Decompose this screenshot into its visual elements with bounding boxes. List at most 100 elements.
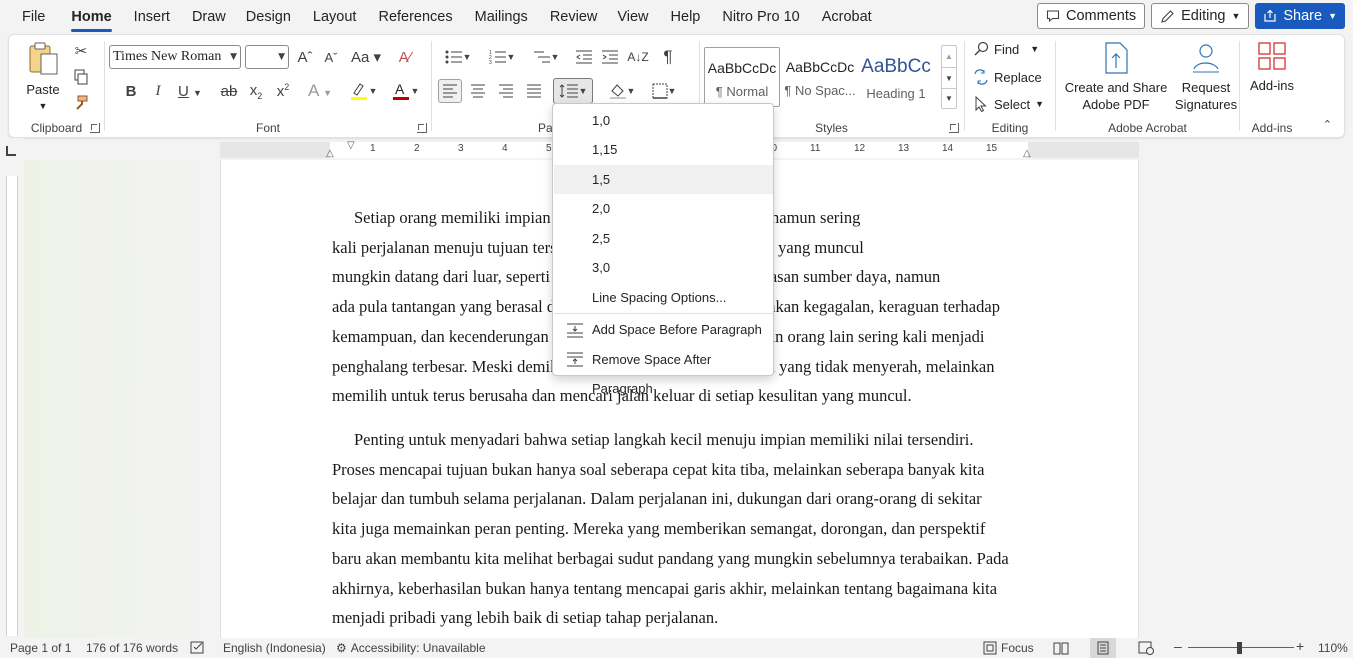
styles-scroll-up[interactable]: ▲ (942, 46, 956, 67)
right-indent-marker[interactable]: △ (1023, 148, 1031, 159)
clear-formatting-button[interactable]: A⁄ (393, 45, 417, 69)
align-right-button[interactable] (494, 79, 518, 103)
align-center-button[interactable] (466, 79, 490, 103)
strikethrough-button[interactable]: ab (217, 79, 241, 103)
font-size-select[interactable]: ▼ (245, 45, 289, 69)
bold-button[interactable]: B (119, 79, 143, 103)
change-case-button[interactable]: Aa ▾ (349, 45, 383, 69)
language-status[interactable]: English (Indonesia) (223, 641, 326, 655)
font-name-select[interactable]: Times New Roman ▼ (109, 45, 241, 69)
hanging-indent-marker[interactable]: △ (326, 148, 334, 159)
chevron-down-icon: ▼ (38, 101, 48, 111)
subscript-button[interactable]: x2 (244, 79, 268, 103)
styles-more[interactable]: ▼ (942, 88, 956, 108)
justify-button[interactable] (522, 79, 546, 103)
numbering-button[interactable]: 123 ▼ (484, 45, 520, 69)
proofing-icon[interactable] (190, 641, 206, 658)
accessibility-icon: ⚙ (336, 641, 347, 655)
multilevel-list-button[interactable]: ▼ (528, 45, 564, 69)
replace-button[interactable]: Replace (973, 69, 1042, 85)
bullets-button[interactable]: ▼ (440, 45, 476, 69)
font-launcher[interactable] (417, 123, 427, 133)
text-line: menjadi pribadi yang lebih baik di setia… (332, 608, 719, 628)
collapse-ribbon-button[interactable]: ⌃ (1323, 118, 1332, 131)
align-left-button[interactable] (438, 79, 462, 103)
line-spacing-option-1-0[interactable]: 1,0 (554, 106, 773, 135)
tab-home[interactable]: Home (71, 0, 112, 34)
styles-launcher[interactable] (949, 123, 959, 133)
share-button[interactable]: Share ▼ (1255, 3, 1345, 29)
zoom-in-button[interactable]: + (1296, 638, 1304, 654)
show-formatting-button[interactable]: ¶ (656, 45, 680, 69)
grow-font-button[interactable]: Aˆ (293, 45, 317, 69)
tab-acrobat[interactable]: Acrobat (822, 0, 872, 34)
web-layout-button[interactable] (1138, 641, 1154, 658)
ruler-number: 12 (854, 143, 866, 154)
find-label: Find (994, 41, 1020, 57)
accessibility-status[interactable]: ⚙ Accessibility: Unavailable (336, 641, 486, 655)
line-spacing-option-2-0[interactable]: 2,0 (554, 194, 773, 223)
line-spacing-option-1-5[interactable]: 1,5 (554, 165, 773, 194)
tab-view[interactable]: View (617, 0, 648, 34)
justify-icon (527, 84, 541, 98)
line-spacing-option-2-5[interactable]: 2,5 (554, 224, 773, 253)
find-button[interactable]: Find ▼ (973, 41, 1039, 57)
underline-button[interactable]: U ▼ (173, 79, 207, 103)
tab-insert[interactable]: Insert (134, 0, 170, 34)
addins-button[interactable]: Add-ins (1242, 41, 1302, 94)
line-spacing-option-3-0[interactable]: 3,0 (554, 253, 773, 282)
font-color-button[interactable]: A ▼ (387, 79, 423, 103)
chevron-up-icon: ⌃ (1322, 119, 1332, 131)
text-effects-button[interactable]: A ▼ (303, 79, 337, 103)
styles-scroll-down[interactable]: ▼ (942, 67, 956, 88)
clipboard-launcher[interactable] (90, 123, 100, 133)
read-mode-button[interactable] (1053, 641, 1069, 658)
comments-button[interactable]: Comments (1037, 3, 1146, 29)
cut-button[interactable]: ✂ (69, 39, 93, 63)
tab-review[interactable]: Review (550, 0, 598, 34)
line-spacing-options-item[interactable]: Line Spacing Options... (554, 283, 773, 312)
borders-button[interactable]: ▼ (646, 79, 682, 103)
zoom-slider-thumb[interactable] (1237, 642, 1242, 654)
print-layout-button[interactable] (1090, 638, 1116, 658)
tab-layout[interactable]: Layout (313, 0, 357, 34)
tab-file[interactable]: File (22, 0, 45, 34)
zoom-out-button[interactable]: – (1174, 638, 1182, 654)
superscript-button[interactable]: x2 (271, 79, 295, 103)
line-spacing-button[interactable]: ▼ (553, 78, 593, 104)
sort-button[interactable]: A↓Z (626, 45, 650, 69)
zoom-level[interactable]: 110% (1318, 641, 1348, 655)
scissors-icon: ✂ (74, 43, 88, 60)
tab-help[interactable]: Help (671, 0, 701, 34)
font-name-value: Times New Roman (113, 49, 222, 64)
tab-nitro[interactable]: Nitro Pro 10 (722, 0, 799, 34)
word-count[interactable]: 176 of 176 words (86, 641, 178, 655)
tab-mailings[interactable]: Mailings (475, 0, 528, 34)
format-painter-button[interactable] (69, 91, 93, 115)
line-spacing-option-1-15[interactable]: 1,15 (554, 135, 773, 164)
create-share-pdf-button[interactable]: Create and Share Adobe PDF (1064, 41, 1168, 113)
tab-references[interactable]: References (378, 0, 452, 34)
tab-selector[interactable] (6, 146, 16, 156)
highlight-color-button[interactable]: ▼ (345, 79, 381, 103)
increase-indent-button[interactable] (598, 45, 622, 69)
style-no-spacing[interactable]: AaBbCcDc ¶ No Spac... (782, 47, 858, 107)
page-count[interactable]: Page 1 of 1 (10, 641, 71, 655)
add-space-before-item[interactable]: Add Space Before Paragraph (554, 315, 773, 344)
shading-button[interactable]: ▼ (604, 79, 640, 103)
decrease-indent-button[interactable] (572, 45, 596, 69)
italic-button[interactable]: I (146, 79, 170, 103)
first-line-indent-marker[interactable]: ▽ (347, 140, 355, 151)
style-heading-1[interactable]: AaBbCc Heading 1 (858, 47, 934, 107)
focus-button[interactable]: Focus (983, 641, 1034, 655)
shrink-font-button[interactable]: Aˇ (319, 45, 343, 69)
request-signatures-button[interactable]: Request Signatures (1168, 41, 1244, 113)
select-button[interactable]: Select ▼ (973, 96, 1044, 112)
paste-button[interactable]: Paste ▼ (23, 41, 63, 115)
tab-design[interactable]: Design (246, 0, 291, 34)
editing-mode-button[interactable]: Editing ▼ (1151, 3, 1250, 29)
tab-draw[interactable]: Draw (192, 0, 226, 34)
remove-space-after-item[interactable]: Remove Space After Paragraph (554, 345, 773, 396)
copy-button[interactable] (69, 65, 93, 89)
style-normal[interactable]: AaBbCcDc ¶ Normal (704, 47, 780, 107)
